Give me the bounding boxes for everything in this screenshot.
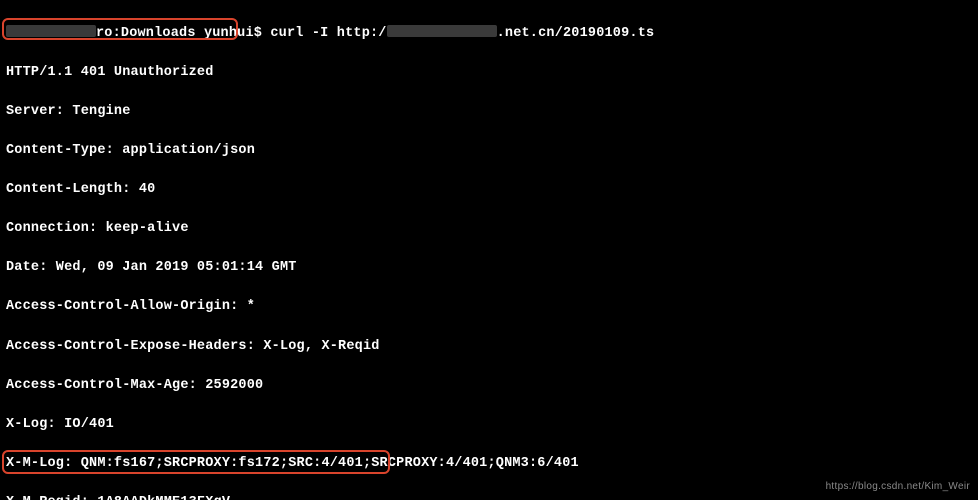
response-line: Access-Control-Allow-Origin: *: [6, 297, 972, 317]
response-line: X-M-Reqid: 1A8AADkMME13FXgV: [6, 493, 972, 500]
curl-command[interactable]: curl -I http:/: [270, 26, 386, 41]
prompt-user: yunhui: [204, 26, 254, 41]
url-suffix: .net.cn/20190109.ts: [497, 26, 655, 41]
response-line: Content-Length: 40: [6, 180, 972, 200]
response-line: HTTP/1.1 401 Unauthorized: [6, 63, 972, 83]
response-line: X-M-Log: QNM:fs167;SRCPROXY:fs172;SRC:4/…: [6, 454, 972, 474]
prompt-path: ro:Downloads: [96, 26, 196, 41]
terminal-output: ro:Downloads yunhui$ curl -I http:/ .net.…: [0, 0, 978, 500]
response-line: Access-Control-Max-Age: 2592000: [6, 376, 972, 396]
response-line: Server: Tengine: [6, 102, 972, 122]
watermark: https://blog.csdn.net/Kim_Weir: [826, 480, 970, 495]
response-line: Connection: keep-alive: [6, 219, 972, 239]
response-line: X-Log: IO/401: [6, 415, 972, 435]
response-line: Date: Wed, 09 Jan 2019 05:01:14 GMT: [6, 258, 972, 278]
response-line: Access-Control-Expose-Headers: X-Log, X-…: [6, 337, 972, 357]
response-line: Content-Type: application/json: [6, 141, 972, 161]
redacted-host: [6, 25, 96, 37]
prompt-sep: $: [254, 26, 262, 41]
prompt-line: ro:Downloads yunhui$ curl -I http:/ .net.…: [6, 24, 972, 44]
redacted-domain: [387, 25, 497, 37]
